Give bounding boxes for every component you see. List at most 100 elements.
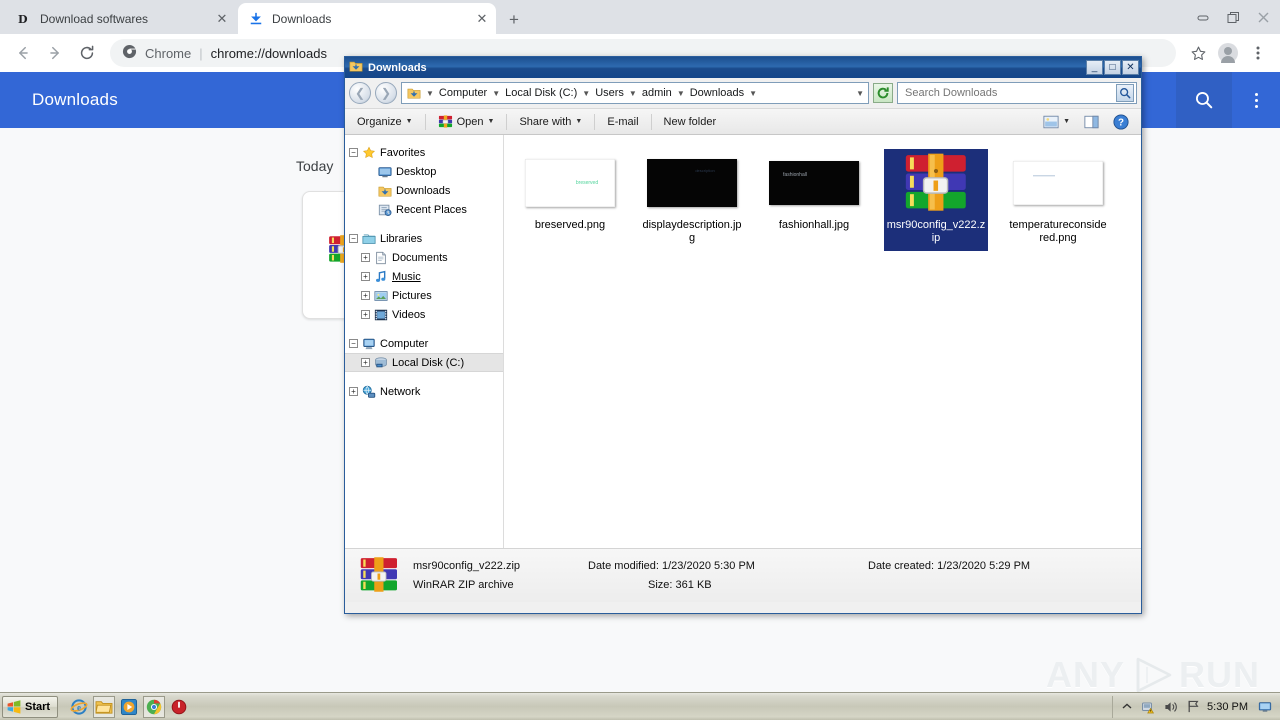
breadcrumb-item-local-disk[interactable]: Local Disk (C:) xyxy=(503,86,579,100)
expand-expander-icon[interactable]: + xyxy=(361,272,370,281)
avatar-icon[interactable] xyxy=(1214,39,1242,67)
forward-arrow-icon[interactable]: ❯ xyxy=(375,82,397,104)
expand-expander-icon[interactable]: + xyxy=(361,291,370,300)
tab-close-icon[interactable]: ✕ xyxy=(214,11,230,27)
explorer-close-button[interactable]: ✕ xyxy=(1122,60,1139,75)
show-desktop-icon[interactable] xyxy=(1258,697,1272,717)
minimize-icon[interactable] xyxy=(1188,2,1218,32)
search-icon[interactable] xyxy=(1176,72,1232,128)
browser-tab-download-softwares[interactable]: D Download softwares ✕ xyxy=(6,3,236,34)
expand-expander-icon[interactable]: + xyxy=(361,358,370,367)
back-arrow-icon[interactable]: ❮ xyxy=(349,82,371,104)
taskbar-clock[interactable]: 5:30 PM xyxy=(1207,701,1248,713)
chevron-down-icon[interactable]: ▼ xyxy=(676,89,686,98)
refresh-icon[interactable] xyxy=(873,83,893,103)
chrome-site-icon xyxy=(122,44,137,62)
expand-expander-icon[interactable]: + xyxy=(361,253,370,262)
chrome-icon[interactable] xyxy=(143,695,166,718)
chevron-down-icon[interactable]: ▼ xyxy=(581,89,591,98)
collapse-expander-icon[interactable]: − xyxy=(349,234,358,243)
browser-tab-downloads[interactable]: Downloads ✕ xyxy=(238,3,496,34)
tree-item-libraries[interactable]: − Libraries xyxy=(345,229,503,248)
address-history-dropdown-icon[interactable]: ▼ xyxy=(855,89,865,98)
chevron-down-icon[interactable]: ▼ xyxy=(425,89,435,98)
internet-explorer-icon[interactable]: e xyxy=(68,696,90,718)
help-icon: ? xyxy=(1113,113,1129,130)
file-item[interactable]: fashionhall fashionhall.jpg xyxy=(762,149,866,251)
email-button[interactable]: E-mail xyxy=(601,113,644,131)
tree-item-computer[interactable]: − Computer xyxy=(345,334,503,353)
preview-pane-button[interactable] xyxy=(1078,112,1105,132)
tree-item-videos[interactable]: + Videos xyxy=(345,305,503,324)
reload-icon[interactable] xyxy=(72,38,102,68)
star-icon[interactable] xyxy=(1184,39,1212,67)
tree-item-music[interactable]: + Music xyxy=(345,267,503,286)
tree-item-downloads[interactable]: Downloads xyxy=(345,181,503,200)
tree-item-documents[interactable]: + Documents xyxy=(345,248,503,267)
start-button[interactable]: Start xyxy=(2,695,59,718)
three-dot-menu-icon[interactable] xyxy=(1232,72,1280,128)
expand-expander-icon[interactable]: + xyxy=(349,387,358,396)
tree-item-recent-places[interactable]: Recent Places xyxy=(345,200,503,219)
tree-item-pictures[interactable]: + Pictures xyxy=(345,286,503,305)
three-dot-menu-icon[interactable] xyxy=(1244,39,1272,67)
tab-close-icon[interactable]: ✕ xyxy=(474,11,490,27)
shutdown-red-icon[interactable] xyxy=(168,696,190,718)
computer-icon xyxy=(361,336,377,352)
new-folder-button[interactable]: New folder xyxy=(658,113,723,131)
open-button[interactable]: Open ▼ xyxy=(432,111,501,132)
forward-icon[interactable] xyxy=(40,38,70,68)
restore-icon[interactable] xyxy=(1218,2,1248,32)
expand-expander-icon[interactable]: + xyxy=(361,310,370,319)
download-favicon xyxy=(248,11,264,27)
action-center-flag-icon[interactable] xyxy=(1185,699,1201,715)
breadcrumb-item-users[interactable]: Users xyxy=(593,86,626,100)
file-grid: breserved breserved.png description disp… xyxy=(518,149,1141,251)
volume-icon[interactable] xyxy=(1163,699,1179,715)
chevron-down-icon[interactable]: ▼ xyxy=(748,89,758,98)
explorer-title-bar[interactable]: Downloads _ □ ✕ xyxy=(345,57,1141,78)
tree-item-network[interactable]: + Network xyxy=(345,382,503,401)
back-icon[interactable] xyxy=(8,38,38,68)
search-icon[interactable] xyxy=(1116,84,1134,102)
tree-item-desktop[interactable]: Desktop xyxy=(345,162,503,181)
music-note-icon xyxy=(373,269,389,285)
collapse-expander-icon[interactable]: − xyxy=(349,148,358,157)
tree-item-local-disk-c[interactable]: + Local Disk (C:) xyxy=(345,353,503,372)
chevron-down-icon: ▼ xyxy=(575,118,583,125)
file-item-selected[interactable]: msr90config_v222.zip xyxy=(884,149,988,251)
chevron-down-icon[interactable]: ▼ xyxy=(628,89,638,98)
downloads-day-label: Today xyxy=(296,158,334,174)
breadcrumb-item-computer[interactable]: Computer xyxy=(437,86,489,100)
file-list-pane[interactable]: breserved breserved.png description disp… xyxy=(504,135,1141,548)
breadcrumb[interactable]: ▼ Computer ▼ Local Disk (C:) ▼ Users ▼ a… xyxy=(401,82,869,104)
tree-item-favorites[interactable]: − Favorites xyxy=(345,143,503,162)
close-icon[interactable] xyxy=(1248,2,1278,32)
file-name-label: fashionhall.jpg xyxy=(778,219,850,231)
details-name-column: msr90config_v222.zip WinRAR ZIP archive xyxy=(413,557,588,595)
help-button[interactable]: ? xyxy=(1107,111,1135,133)
collapse-expander-icon[interactable]: − xyxy=(349,339,358,348)
new-tab-button[interactable]: + xyxy=(502,8,526,30)
search-downloads-field[interactable] xyxy=(903,86,1114,100)
windows-explorer-icon[interactable] xyxy=(93,695,116,718)
organize-button[interactable]: Organize ▼ xyxy=(351,113,419,131)
chevron-down-icon[interactable]: ▼ xyxy=(491,89,501,98)
tree-label: Videos xyxy=(392,308,426,321)
downloads-folder-icon xyxy=(349,59,363,76)
media-player-icon[interactable] xyxy=(118,696,140,718)
svg-text:D: D xyxy=(18,13,28,26)
explorer-minimize-button[interactable]: _ xyxy=(1086,60,1103,75)
search-input[interactable] xyxy=(897,82,1137,104)
breadcrumb-item-admin[interactable]: admin xyxy=(640,86,674,100)
file-item[interactable]: description displaydescription.jpg xyxy=(640,149,744,251)
show-hidden-icons-icon[interactable] xyxy=(1119,699,1135,715)
change-view-button[interactable]: ▼ xyxy=(1037,112,1076,132)
explorer-maximize-button[interactable]: □ xyxy=(1104,60,1121,75)
file-item[interactable]: breserved breserved.png xyxy=(518,149,622,251)
share-with-button[interactable]: Share with ▼ xyxy=(513,113,588,131)
file-item[interactable]: temperatureconsidered.png xyxy=(1006,149,1110,251)
breadcrumb-item-downloads[interactable]: Downloads xyxy=(688,86,746,100)
network-warning-icon[interactable] xyxy=(1141,699,1157,715)
